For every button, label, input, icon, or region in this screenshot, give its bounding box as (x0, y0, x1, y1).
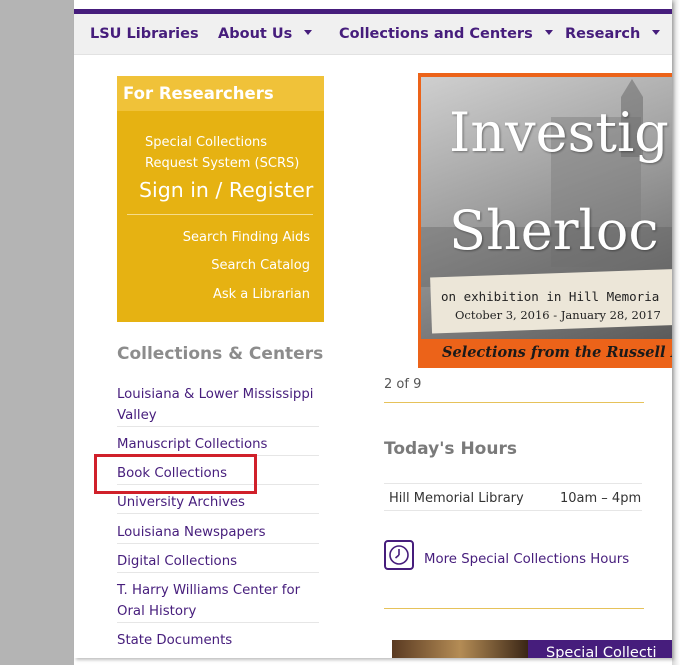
gold-divider (384, 402, 644, 403)
hours-row: Hill Memorial Library 10am – 4pm (384, 483, 642, 511)
nav-item-collections-and-centers[interactable]: Collections and Centers (339, 14, 553, 55)
ask-a-librarian-link[interactable]: Ask a Librarian (213, 286, 310, 304)
slide-title-line2: Sherloc (449, 199, 659, 262)
browser-frame: LSU Libraries About Us Collections and C… (0, 0, 680, 665)
scrs-link[interactable]: Special Collections Request System (SCRS… (145, 132, 315, 174)
search-finding-aids-link[interactable]: Search Finding Aids (183, 229, 310, 247)
clock-icon (384, 540, 414, 570)
collection-item-oral-history[interactable]: T. Harry Williams Center for Oral Histor… (117, 580, 319, 623)
right-shadow (672, 0, 680, 665)
nav-item-about-us[interactable]: About Us (218, 14, 313, 55)
nav-item-label: About Us (218, 26, 293, 42)
teaser-label: Special Collecti (546, 645, 657, 658)
highlight-annotation-box (94, 454, 257, 494)
collection-item-state-documents[interactable]: State Documents (117, 630, 319, 652)
sign-in-register-link[interactable]: Sign in / Register (139, 176, 313, 204)
caret-down-icon (544, 30, 553, 35)
teaser-image[interactable] (392, 640, 528, 658)
hours-time: 10am – 4pm (560, 491, 642, 506)
researchers-heading: For Researchers (117, 76, 324, 111)
nav-item-lsu-libraries[interactable]: LSU Libraries (90, 14, 199, 55)
slide-dates: October 3, 2016 - January 28, 2017 (455, 308, 661, 322)
collection-item-university-archives[interactable]: University Archives (117, 492, 319, 514)
nav-item-research[interactable]: Research (565, 14, 661, 55)
todays-hours-heading: Today's Hours (384, 439, 517, 459)
collection-item-louisiana-newspapers[interactable]: Louisiana Newspapers (117, 522, 319, 544)
researchers-divider (127, 214, 313, 215)
collection-item-manuscript[interactable]: Manuscript Collections (117, 434, 319, 456)
nav-item-label: Research (565, 26, 641, 42)
caret-down-icon (304, 30, 313, 35)
exhibit-slide[interactable]: Investig Sherloc on exhibition in Hill M… (418, 73, 672, 368)
teaser-bar[interactable]: Special Collecti (528, 640, 672, 658)
slide-caption: Selections from the Russell M (442, 344, 672, 361)
gold-divider (384, 608, 644, 609)
page-content: LSU Libraries About Us Collections and C… (74, 0, 672, 658)
researchers-box: For Researchers Special Collections Requ… (117, 76, 324, 322)
nav-item-label: Collections and Centers (339, 26, 533, 42)
search-catalog-link[interactable]: Search Catalog (211, 257, 310, 275)
slide-title-line1: Investig (449, 101, 669, 164)
more-hours-label: More Special Collections Hours (424, 552, 630, 567)
left-gutter (0, 0, 74, 665)
caret-down-icon (652, 30, 661, 35)
slide-exhibit-line: on exhibition in Hill Memoria (441, 289, 660, 304)
main-nav: LSU Libraries About Us Collections and C… (74, 14, 672, 55)
collection-item-digital[interactable]: Digital Collections (117, 551, 319, 573)
slide-image: Investig Sherloc on exhibition in Hill M… (421, 77, 672, 339)
collections-heading: Collections & Centers (117, 344, 324, 364)
nav-item-label: LSU Libraries (90, 26, 199, 42)
slide-counter: 2 of 9 (384, 377, 422, 392)
hours-library-name: Hill Memorial Library (389, 491, 524, 506)
collection-item-louisiana-lower-mississippi[interactable]: Louisiana & Lower Mississippi Valley (117, 384, 319, 427)
